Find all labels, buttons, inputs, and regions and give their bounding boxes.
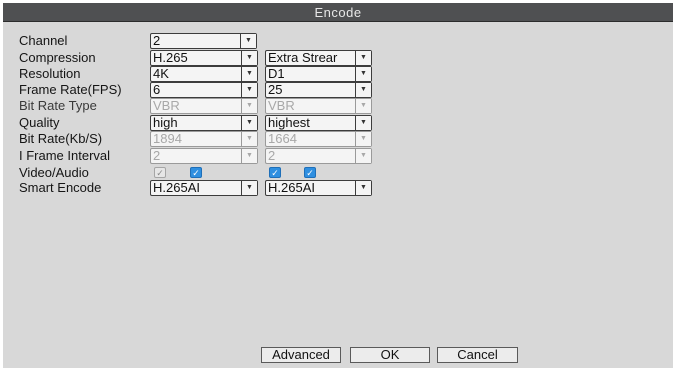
extra-stream-bit-rate-type-select: VBR ▼ <box>265 98 372 114</box>
bit-rate-type-label: Bit Rate Type <box>19 98 97 113</box>
main-stream-smart-encode-select[interactable]: H.265AI ▼ <box>150 180 258 196</box>
extra-stream-quality-select[interactable]: highest ▼ <box>265 115 372 131</box>
row-compression: Compression H.265 ▼ Extra Strear ▼ <box>3 50 673 66</box>
smart-encode-label: Smart Encode <box>19 180 102 195</box>
chevron-down-icon[interactable]: ▼ <box>241 181 257 195</box>
resolution-label: Resolution <box>19 66 81 81</box>
row-resolution: Resolution 4K ▼ D1 ▼ <box>3 66 673 82</box>
main-stream-resolution-value: 4K <box>153 67 169 81</box>
encode-window: Encode Channel 2 ▼ Compression H.265 ▼ E… <box>3 3 673 368</box>
channel-value: 2 <box>153 34 161 48</box>
advanced-button[interactable]: Advanced <box>261 347 341 363</box>
main-stream-bit-rate-type-select: VBR ▼ <box>150 98 258 114</box>
extra-stream-frame-rate-value: 25 <box>268 83 283 97</box>
ok-button[interactable]: OK <box>350 347 430 363</box>
extra-stream-bit-rate-select: 1664 ▼ <box>265 131 372 147</box>
main-stream-frame-rate-value: 6 <box>153 83 161 97</box>
chevron-down-icon[interactable]: ▼ <box>355 67 371 81</box>
stream-type-value: Extra Strear <box>268 51 338 65</box>
stream-type-select[interactable]: Extra Strear ▼ <box>265 50 372 66</box>
main-stream-bit-rate-select: 1894 ▼ <box>150 131 258 147</box>
chevron-down-icon[interactable]: ▼ <box>240 34 256 48</box>
chevron-down-icon: ▼ <box>241 149 257 163</box>
chevron-down-icon: ▼ <box>241 132 257 146</box>
chevron-down-icon[interactable]: ▼ <box>241 67 257 81</box>
frame-rate-label: Frame Rate(FPS) <box>19 82 122 97</box>
chevron-down-icon: ▼ <box>355 132 371 146</box>
chevron-down-icon[interactable]: ▼ <box>355 83 371 97</box>
extra-stream-i-frame-select: 2 ▼ <box>265 148 372 164</box>
extra-stream-resolution-value: D1 <box>268 67 285 81</box>
bit-rate-label: Bit Rate(Kb/S) <box>19 131 103 146</box>
chevron-down-icon: ▼ <box>355 149 371 163</box>
extra-stream-smart-encode-select[interactable]: H.265AI ▼ <box>265 180 372 196</box>
quality-label: Quality <box>19 115 60 130</box>
row-video-audio: Video/Audio ✓ ✓ ✓ ✓ <box>3 165 673 181</box>
main-stream-i-frame-select: 2 ▼ <box>150 148 258 164</box>
row-i-frame-interval: I Frame Interval 2 ▼ 2 ▼ <box>3 148 673 164</box>
row-bit-rate-type: Bit Rate Type VBR ▼ VBR ▼ <box>3 98 673 114</box>
title-bar: Encode <box>3 3 673 22</box>
main-stream-bit-rate-value: 1894 <box>153 132 182 146</box>
main-stream-resolution-select[interactable]: 4K ▼ <box>150 66 258 82</box>
channel-select[interactable]: 2 ▼ <box>150 33 257 49</box>
channel-label: Channel <box>19 33 68 48</box>
main-stream-compression-value: H.265 <box>153 51 188 65</box>
i-frame-interval-label: I Frame Interval <box>19 148 111 163</box>
main-stream-compression-select[interactable]: H.265 ▼ <box>150 50 258 66</box>
chevron-down-icon[interactable]: ▼ <box>355 51 371 65</box>
extra-stream-resolution-select[interactable]: D1 ▼ <box>265 66 372 82</box>
video-audio-label: Video/Audio <box>19 165 89 180</box>
main-stream-smart-encode-value: H.265AI <box>153 181 200 195</box>
main-stream-bit-rate-type-value: VBR <box>153 99 180 113</box>
chevron-down-icon[interactable]: ▼ <box>241 83 257 97</box>
extra-stream-bit-rate-type-value: VBR <box>268 99 295 113</box>
chevron-down-icon[interactable]: ▼ <box>355 116 371 130</box>
chevron-down-icon[interactable]: ▼ <box>241 116 257 130</box>
cancel-button[interactable]: Cancel <box>437 347 518 363</box>
extra-stream-smart-encode-value: H.265AI <box>268 181 315 195</box>
chevron-down-icon: ▼ <box>241 99 257 113</box>
extra-stream-bit-rate-value: 1664 <box>268 132 297 146</box>
main-stream-i-frame-value: 2 <box>153 149 161 163</box>
extra-stream-frame-rate-select[interactable]: 25 ▼ <box>265 82 372 98</box>
main-stream-video-checkbox: ✓ <box>154 167 166 178</box>
window-title: Encode <box>314 5 362 20</box>
main-stream-audio-checkbox[interactable]: ✓ <box>190 167 202 178</box>
extra-stream-video-checkbox[interactable]: ✓ <box>269 167 281 178</box>
main-stream-frame-rate-select[interactable]: 6 ▼ <box>150 82 258 98</box>
row-channel: Channel 2 ▼ <box>3 33 673 49</box>
main-stream-quality-select[interactable]: high ▼ <box>150 115 258 131</box>
row-smart-encode: Smart Encode H.265AI ▼ H.265AI ▼ <box>3 180 673 196</box>
chevron-down-icon: ▼ <box>355 99 371 113</box>
compression-label: Compression <box>19 50 96 65</box>
extra-stream-audio-checkbox[interactable]: ✓ <box>304 167 316 178</box>
extra-stream-i-frame-value: 2 <box>268 149 276 163</box>
row-quality: Quality high ▼ highest ▼ <box>3 115 673 131</box>
main-stream-quality-value: high <box>153 116 178 130</box>
chevron-down-icon[interactable]: ▼ <box>355 181 371 195</box>
row-frame-rate: Frame Rate(FPS) 6 ▼ 25 ▼ <box>3 82 673 98</box>
row-bit-rate: Bit Rate(Kb/S) 1894 ▼ 1664 ▼ <box>3 131 673 147</box>
chevron-down-icon[interactable]: ▼ <box>241 51 257 65</box>
extra-stream-quality-value: highest <box>268 116 310 130</box>
